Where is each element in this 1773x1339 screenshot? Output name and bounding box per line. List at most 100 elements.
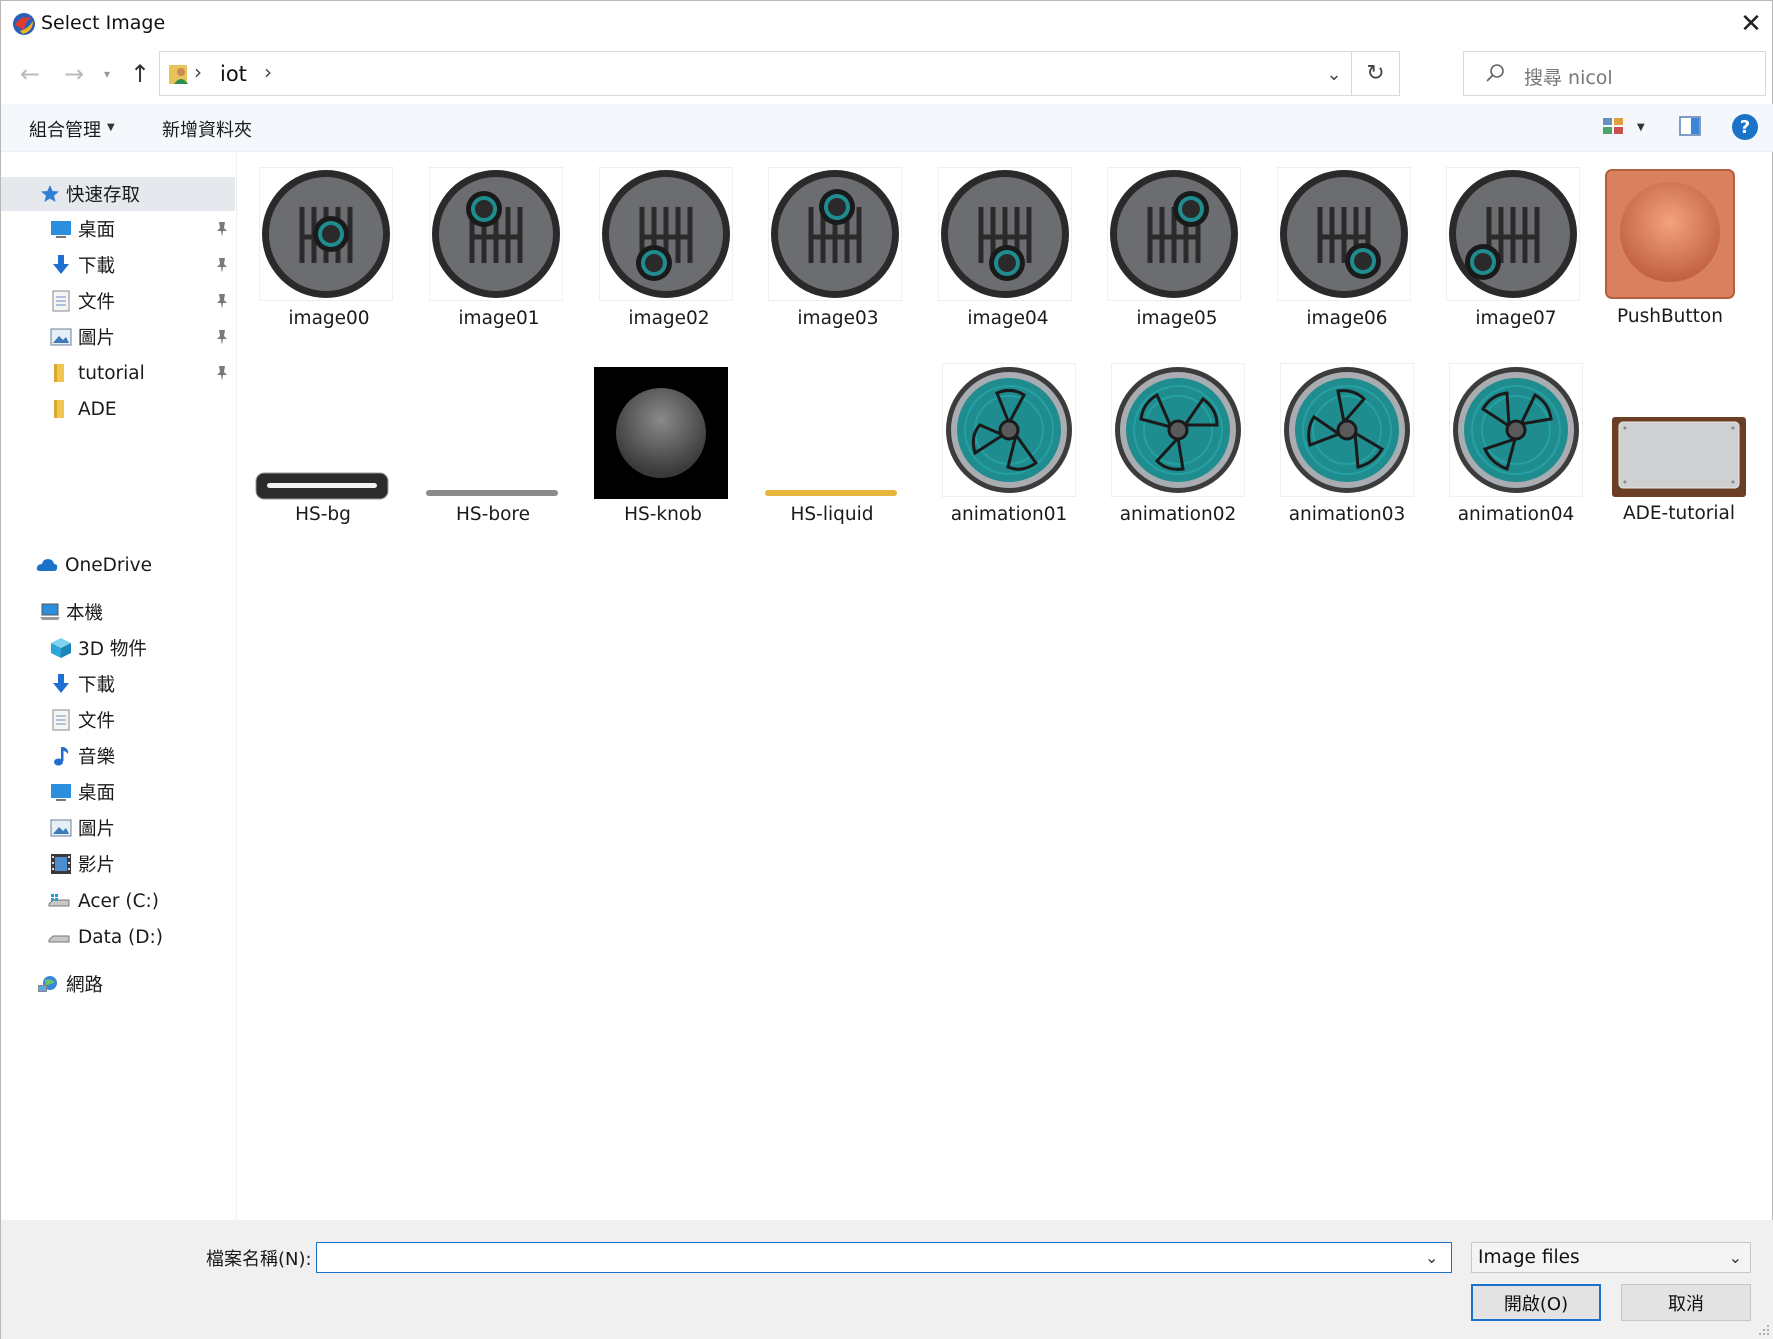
file-item-image00[interactable]: image00	[254, 167, 404, 329]
sidebar-item-downloads-pc[interactable]: 下載	[1, 667, 235, 701]
gear-knob-thumbnail	[1277, 167, 1411, 301]
file-item-image01[interactable]: image01	[424, 167, 574, 329]
pin-icon[interactable]	[214, 328, 230, 346]
file-name: image06	[1306, 308, 1388, 329]
sidebar-item-quick-access[interactable]: 快速存取	[1, 177, 235, 211]
file-item-image04[interactable]: image04	[933, 167, 1083, 329]
file-item-image06[interactable]: image06	[1272, 167, 1422, 329]
file-item-pushbutton[interactable]: PushButton	[1595, 167, 1745, 327]
sidebar-item-music[interactable]: 音樂	[1, 739, 235, 773]
sidebar-item-drive-d[interactable]: Data (D:)	[1, 920, 235, 954]
sidebar-item-ade[interactable]: ADE	[1, 392, 235, 426]
drive-d-icon	[48, 935, 70, 943]
cube-icon	[51, 638, 71, 658]
sidebar-item-3d-objects[interactable]: 3D 物件	[1, 631, 235, 665]
sidebar-item-label: 網路	[66, 975, 104, 996]
filename-history-chevron-down-icon[interactable]: ⌄	[1425, 1248, 1438, 1267]
close-button[interactable]: ✕	[1728, 1, 1773, 47]
file-name: image04	[967, 308, 1049, 329]
sidebar-item-label: 下載	[78, 675, 116, 696]
sidebar-item-desktop[interactable]: 桌面	[1, 212, 235, 246]
sidebar-item-label: 3D 物件	[78, 639, 147, 660]
sidebar-item-this-pc[interactable]: 本機	[1, 595, 235, 629]
resize-grip-icon[interactable]	[1758, 1324, 1770, 1336]
organize-menu[interactable]: 組合管理	[29, 116, 101, 142]
file-type-select[interactable]: Image files ⌄	[1471, 1242, 1751, 1273]
help-button[interactable]: ?	[1732, 114, 1758, 140]
file-item-animation04[interactable]: animation04	[1441, 363, 1591, 525]
up-button[interactable]: ↑	[125, 59, 155, 89]
sidebar-item-label: ADE	[78, 398, 117, 420]
file-item-animation01[interactable]: animation01	[934, 363, 1084, 525]
file-name: HS-bore	[456, 504, 530, 525]
organize-caret-icon[interactable]: ▼	[107, 122, 115, 133]
new-folder-button[interactable]: 新增資料夾	[162, 116, 252, 142]
sidebar-item-label: 圖片	[78, 819, 116, 840]
network-icon	[38, 976, 57, 992]
file-item-animation02[interactable]: animation02	[1103, 363, 1253, 525]
file-name: PushButton	[1617, 306, 1723, 327]
file-item-image07[interactable]: image07	[1441, 167, 1591, 329]
sidebar-item-pictures-pc[interactable]: 圖片	[1, 811, 235, 845]
sidebar-item-tutorial[interactable]: tutorial	[1, 356, 235, 390]
sidebar-item-label: tutorial	[78, 362, 145, 384]
search-box[interactable]: 搜尋 nicol	[1463, 51, 1766, 96]
recent-locations-button[interactable]: ▾	[97, 59, 117, 89]
forward-button[interactable]: →	[59, 59, 89, 89]
search-input[interactable]: 搜尋 nicol	[1524, 63, 1613, 90]
breadcrumb-separator[interactable]: ›	[194, 60, 202, 84]
breadcrumb-separator[interactable]: ›	[264, 60, 272, 84]
file-type-value: Image files	[1478, 1247, 1580, 1268]
sidebar-item-pictures[interactable]: 圖片	[1, 320, 235, 354]
sidebar-item-drive-c[interactable]: Acer (C:)	[1, 884, 235, 918]
window-title: Select Image	[41, 12, 166, 34]
sidebar-item-documents-pc[interactable]: 文件	[1, 703, 235, 737]
chevron-down-icon: ⌄	[1728, 1248, 1742, 1267]
desktop-icon	[51, 221, 71, 238]
refresh-button[interactable]: ↻	[1351, 52, 1399, 95]
cancel-button[interactable]: 取消	[1621, 1284, 1751, 1321]
back-button[interactable]: ←	[15, 59, 45, 89]
pin-icon[interactable]	[214, 292, 230, 310]
star-icon	[41, 185, 59, 202]
address-history-chevron-down-icon[interactable]: ⌄	[1319, 60, 1349, 88]
view-options-caret-icon[interactable]: ▼	[1637, 122, 1645, 133]
gear-knob-thumbnail	[599, 167, 733, 301]
sidebar-item-network[interactable]: 網路	[1, 967, 235, 1001]
file-item-ade-tutorial[interactable]: ADE-tutorial	[1604, 363, 1754, 524]
pin-icon[interactable]	[214, 220, 230, 238]
file-item-hs-bore[interactable]: HS-bore	[418, 363, 568, 525]
change-view-icon[interactable]	[1601, 115, 1625, 137]
breadcrumb-iot[interactable]: iot	[220, 62, 247, 86]
file-item-hs-knob[interactable]: HS-knob	[588, 363, 738, 525]
gear-knob-thumbnail	[768, 167, 902, 301]
sidebar-item-label: OneDrive	[65, 554, 152, 576]
sidebar-item-documents[interactable]: 文件	[1, 284, 235, 318]
file-name: image02	[628, 308, 710, 329]
open-button[interactable]: 開啟(O)	[1471, 1284, 1601, 1321]
sidebar-item-label: 本機	[66, 603, 104, 624]
gear-knob-thumbnail	[429, 167, 563, 301]
preview-pane-icon[interactable]	[1678, 115, 1702, 137]
file-name: ADE-tutorial	[1622, 503, 1736, 524]
sidebar-item-desktop-pc[interactable]: 桌面	[1, 775, 235, 809]
file-item-hs-bg[interactable]: HS-bg	[248, 363, 398, 525]
file-item-image02[interactable]: image02	[594, 167, 744, 329]
computer-icon	[40, 603, 60, 620]
file-item-animation03[interactable]: animation03	[1272, 363, 1422, 525]
fan-thumbnail	[942, 363, 1076, 497]
file-item-image03[interactable]: image03	[763, 167, 913, 329]
filename-input[interactable]	[316, 1242, 1452, 1273]
file-item-image05[interactable]: image05	[1102, 167, 1252, 329]
address-bar[interactable]: › iot › ⌄ ↻	[159, 51, 1400, 96]
pin-icon[interactable]	[214, 256, 230, 274]
download-icon	[53, 255, 69, 274]
sidebar-item-videos[interactable]: 影片	[1, 847, 235, 881]
sidebar-item-downloads[interactable]: 下載	[1, 248, 235, 282]
music-icon	[54, 747, 69, 766]
pin-icon[interactable]	[214, 364, 230, 382]
sidebar-item-label: 下載	[78, 256, 116, 277]
search-icon	[1486, 64, 1504, 82]
file-item-hs-liquid[interactable]: HS-liquid	[757, 363, 907, 525]
sidebar-item-onedrive[interactable]: OneDrive	[1, 548, 235, 582]
